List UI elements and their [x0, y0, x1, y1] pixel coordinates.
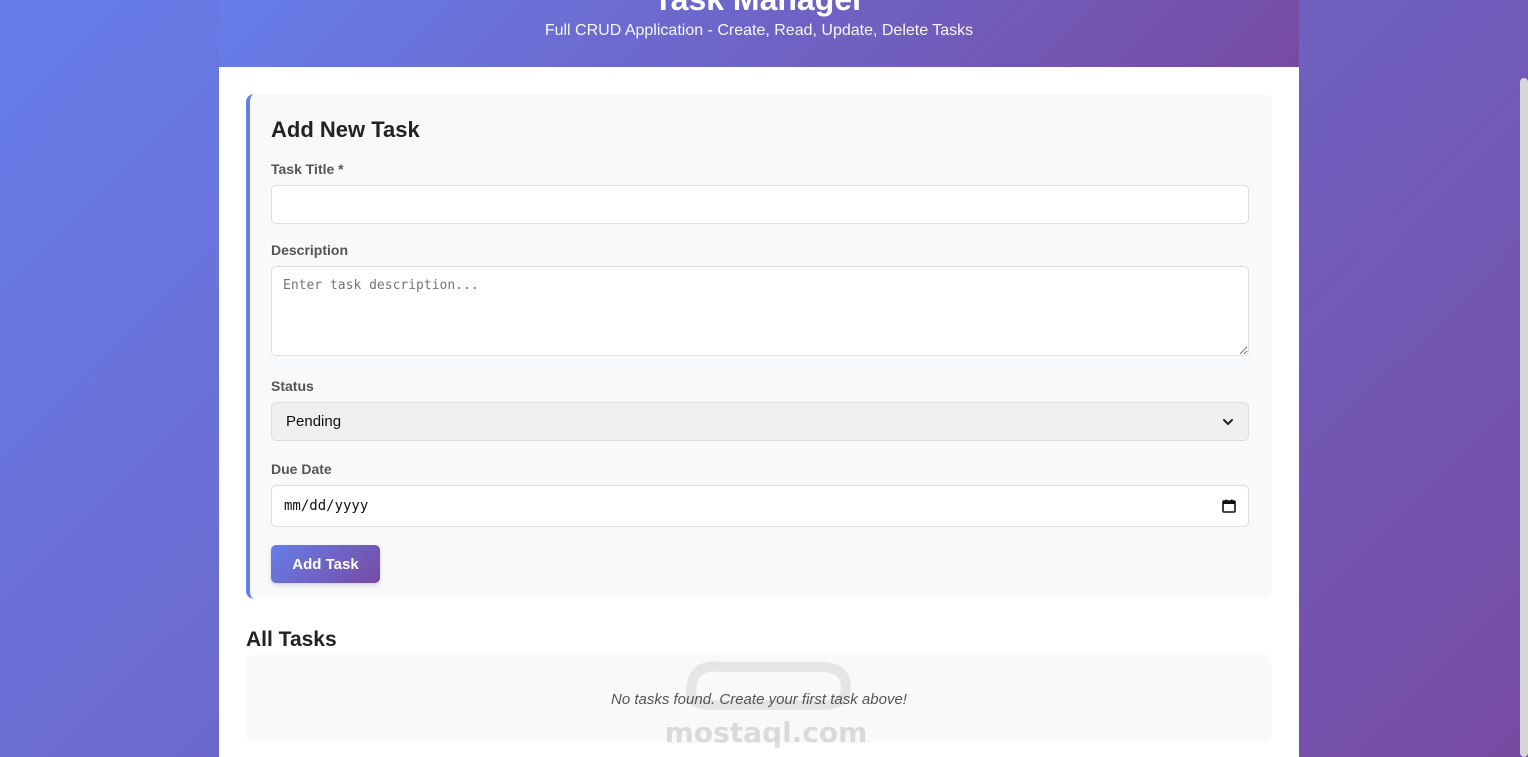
- calendar-icon[interactable]: [1222, 499, 1236, 513]
- description-label: Description: [271, 242, 349, 258]
- status-selected-value: Pending: [286, 413, 342, 430]
- due-date-label: Due Date: [271, 461, 332, 477]
- app-header: Task Manager Full CRUD Application - Cre…: [219, 0, 1299, 67]
- task-title-label: Task Title *: [271, 161, 344, 177]
- form-heading: Add New Task: [271, 117, 420, 142]
- main-content: Add New Task Task Title * Description St…: [219, 67, 1299, 749]
- add-task-form: Add New Task Task Title * Description St…: [246, 94, 1272, 599]
- chevron-down-icon: [1223, 418, 1233, 425]
- empty-message: No tasks found. Create your first task a…: [611, 690, 907, 708]
- due-date-placeholder: mm/dd/yyyy: [284, 498, 369, 514]
- status-select[interactable]: Pending: [271, 402, 1249, 441]
- description-textarea[interactable]: [271, 266, 1249, 356]
- scrollbar-thumb[interactable]: [1520, 78, 1528, 757]
- task-title-input[interactable]: [271, 185, 1249, 224]
- add-task-button[interactable]: Add Task: [271, 545, 380, 583]
- all-tasks-heading: All Tasks: [246, 628, 337, 651]
- status-label: Status: [271, 378, 314, 394]
- due-date-input[interactable]: mm/dd/yyyy: [271, 485, 1249, 527]
- page-subtitle: Full CRUD Application - Create, Read, Up…: [544, 22, 974, 39]
- page-scrollbar[interactable]: [1520, 0, 1528, 757]
- app-container: Task Manager Full CRUD Application - Cre…: [219, 0, 1299, 757]
- page-title: Task Manager: [219, 0, 1299, 19]
- watermark-text: mostaql.com: [664, 716, 868, 749]
- tasks-empty-state: mostaql.com No tasks found. Create your …: [246, 655, 1272, 749]
